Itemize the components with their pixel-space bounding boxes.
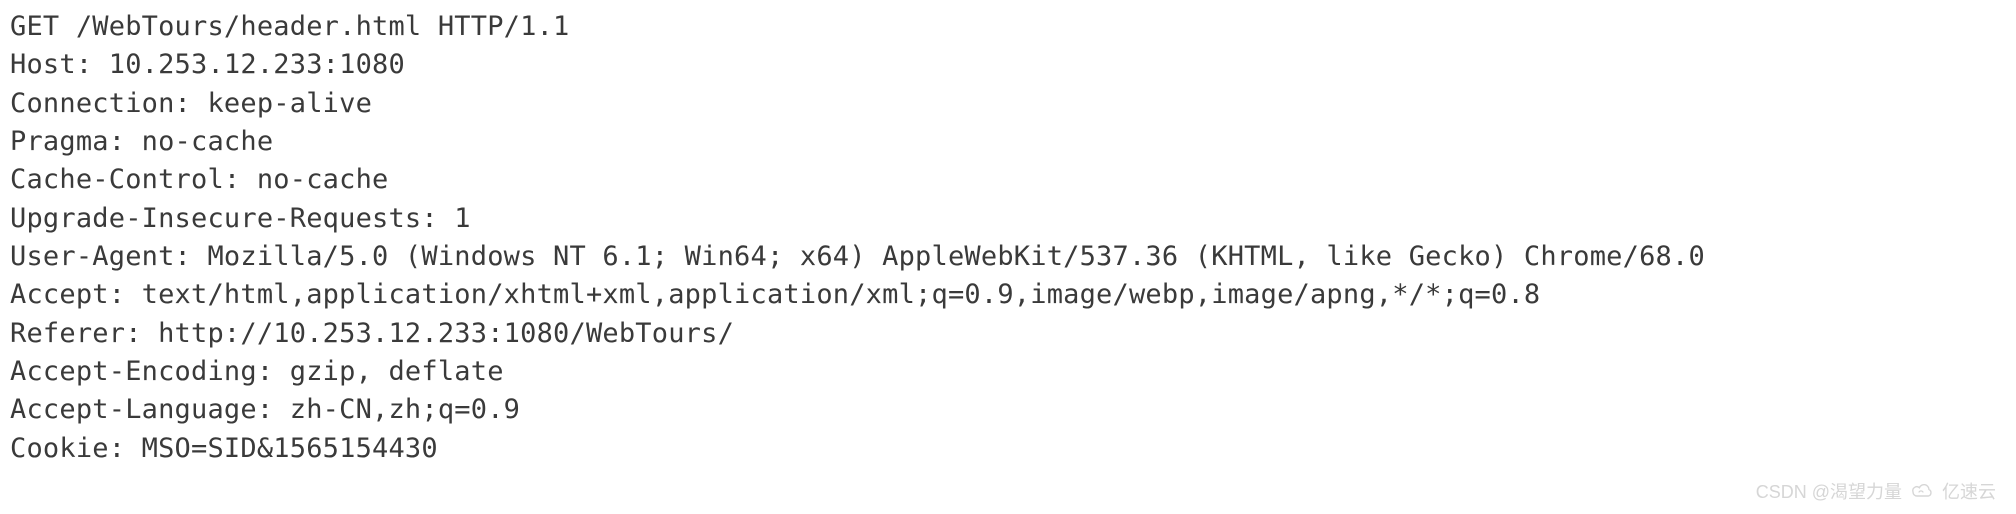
header-line: Accept: text/html,application/xhtml+xml,… xyxy=(10,276,2006,314)
header-line: Host: 10.253.12.233:1080 xyxy=(10,46,2006,84)
header-line: User-Agent: Mozilla/5.0 (Windows NT 6.1;… xyxy=(10,238,2006,276)
header-line: Cookie: MSO=SID&1565154430 xyxy=(10,430,2006,468)
header-line: Pragma: no-cache xyxy=(10,123,2006,161)
request-line: GET /WebTours/header.html HTTP/1.1 xyxy=(10,8,2006,46)
watermark: CSDN @渴望力量 亿速云 xyxy=(1756,478,1996,504)
watermark-text-left: CSDN @渴望力量 xyxy=(1756,478,1902,504)
header-line: Accept-Encoding: gzip, deflate xyxy=(10,353,2006,391)
header-line: Cache-Control: no-cache xyxy=(10,161,2006,199)
header-line: Referer: http://10.253.12.233:1080/WebTo… xyxy=(10,315,2006,353)
header-line: Connection: keep-alive xyxy=(10,85,2006,123)
header-line: Upgrade-Insecure-Requests: 1 xyxy=(10,200,2006,238)
cloud-icon xyxy=(1910,483,1934,499)
header-line: Accept-Language: zh-CN,zh;q=0.9 xyxy=(10,391,2006,429)
watermark-text-right: 亿速云 xyxy=(1942,478,1996,504)
http-request-block: GET /WebTours/header.html HTTP/1.1Host: … xyxy=(0,0,2016,476)
